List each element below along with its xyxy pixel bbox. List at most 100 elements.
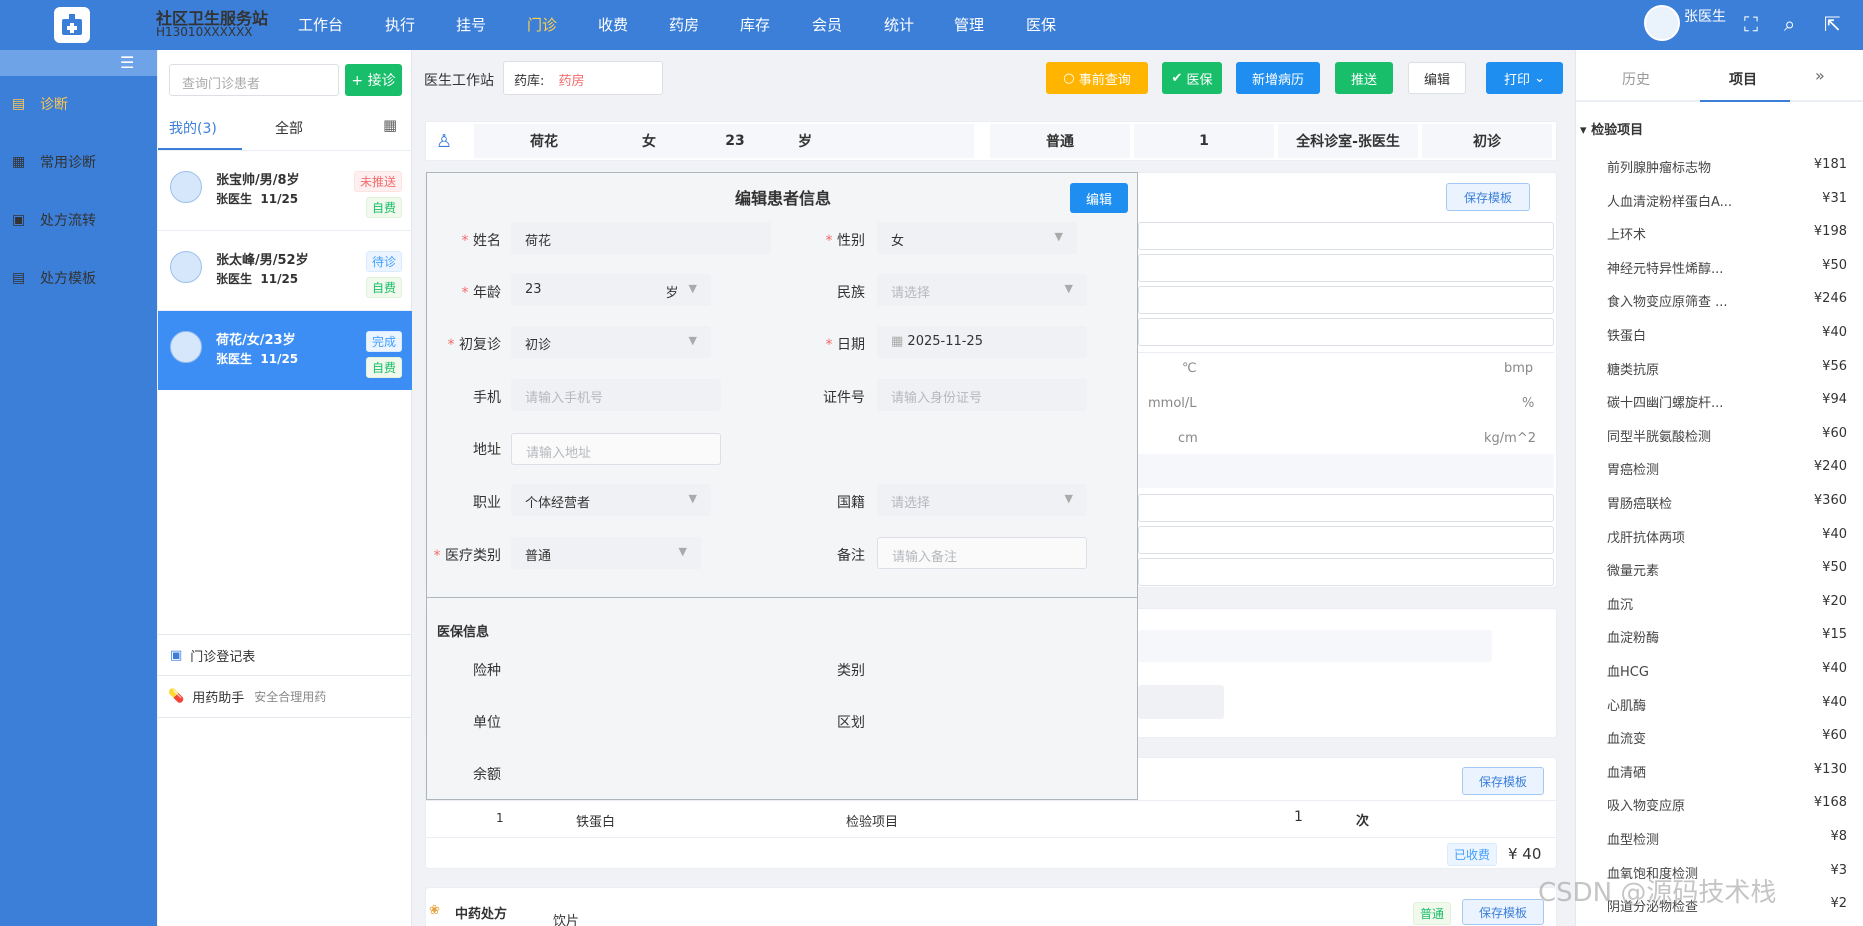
exam-save-template-button[interactable]: 保存模板 [1462,767,1544,795]
user-edit-icon[interactable]: ♙ [436,131,452,152]
exam-item[interactable]: 吸入物变应原 ¥168 [1607,795,1847,814]
exam-item[interactable]: 心肌酶 ¥40 [1607,695,1847,714]
info-category: 普通 [990,124,1130,158]
prior-query-button[interactable]: ○ 事前查询 [1046,62,1148,94]
nav-item[interactable]: 门诊 [527,14,557,35]
fullscreen-icon[interactable]: ⛶ [1744,12,1758,36]
exam-item[interactable]: 铁蛋白 ¥40 [1607,325,1847,344]
sex-select[interactable]: 女 ▼ [877,222,1077,254]
exam-item[interactable]: 碳十四幽门螺旋杆... ¥94 [1607,392,1847,411]
exam-item-price: ¥50 [1822,560,1847,576]
record-textarea-6[interactable] [1138,526,1554,554]
user-name[interactable]: 张医生 [1684,6,1726,26]
section-header[interactable]: ▾ 检验项目 [1580,119,1643,138]
exam-item[interactable]: 戊肝抗体两项 ¥40 [1607,527,1847,546]
nav-item[interactable]: 收费 [598,14,628,35]
nav-item[interactable]: 统计 [884,14,914,35]
herbal-save-template-button[interactable]: 保存模板 [1462,899,1544,925]
exam-item[interactable]: 胃癌检测 ¥240 [1607,459,1847,478]
record-textarea-7[interactable] [1138,558,1554,586]
save-template-button[interactable]: 保存模板 [1446,183,1530,211]
address-input[interactable]: 请输入地址 [511,433,721,465]
record-textarea-4[interactable] [1138,318,1554,346]
edit-button[interactable]: 编辑 [1408,62,1466,94]
exam-item[interactable]: 血清硒 ¥130 [1607,762,1847,781]
exam-item[interactable]: 血型检测 ¥8 [1607,829,1847,848]
search-icon[interactable]: ⌕ [1784,12,1795,36]
exam-item[interactable]: 人血清淀粉样蛋白A... ¥31 [1607,191,1847,210]
exam-item-price: ¥40 [1822,661,1847,676]
exam-item[interactable]: 微量元素 ¥50 [1607,560,1847,579]
exam-qty[interactable]: 1 [1294,809,1303,825]
tab-mine[interactable]: 我的(3) [169,118,217,138]
register-link[interactable]: ▣ 门诊登记表 [158,634,412,676]
medtype-select[interactable]: 普通 ▼ [511,537,701,569]
exam-item[interactable]: 胃肠癌联检 ¥360 [1607,493,1847,512]
visit-select[interactable]: 初诊 ▼ [511,326,711,358]
menu-toggle-icon[interactable]: ☰ [120,53,134,72]
nav-item[interactable]: 库存 [740,14,770,35]
external-link-icon[interactable]: ⇱ [1824,12,1841,36]
job-select[interactable]: 个体经营者 ▼ [511,484,711,516]
user-avatar[interactable] [1644,5,1680,41]
exam-item[interactable]: 血沉 ¥20 [1607,594,1847,613]
sidebar-item[interactable]: ▣ 处方流转 [0,192,157,248]
ethnic-select[interactable]: 请选择 ▼ [877,274,1087,306]
nav-item[interactable]: 执行 [385,14,415,35]
exam-item[interactable]: 上环术 ¥198 [1607,224,1847,243]
sidebar-item[interactable]: ▦ 常用诊断 [0,134,157,190]
patient-search-input[interactable]: 查询门诊患者 [169,64,339,96]
exam-item[interactable]: 血HCG ¥40 [1607,661,1847,680]
nav-item[interactable]: 医保 [1026,14,1056,35]
calendar-icon[interactable]: ▦ [383,116,397,134]
collapse-icon[interactable]: » [1815,66,1825,85]
nav-item[interactable]: 药房 [669,14,699,35]
med-helper[interactable]: 💊 用药助手 安全合理用药 [158,676,412,718]
date-picker[interactable]: ▦ 2025-11-25 [877,326,1087,358]
exam-item[interactable]: 血流变 ¥60 [1607,728,1847,747]
nation-select[interactable]: 请选择 ▼ [877,484,1087,516]
pharmacy-value: 药房 [558,74,585,89]
status-badge: 完成 [365,331,402,352]
remark-input[interactable]: 请输入备注 [877,537,1087,569]
record-textarea-1[interactable] [1138,222,1554,250]
idno-input[interactable]: 请输入身份证号 [877,379,1087,411]
sidebar-item[interactable]: ▤ 诊断 [0,76,157,132]
exam-item[interactable]: 血淀粉酶 ¥15 [1607,627,1847,646]
record-textarea-3[interactable] [1138,286,1554,314]
record-textarea-2[interactable] [1138,254,1554,282]
record-field-gray[interactable] [1138,454,1554,488]
insurance-button[interactable]: ✔ 医保 [1162,62,1222,94]
tab-history[interactable]: 历史 [1622,69,1650,89]
dialog-edit-button[interactable]: 编辑 [1070,183,1128,213]
nav-item[interactable]: 管理 [954,14,984,35]
label-ethnic: 民族 [837,285,865,301]
nav-item[interactable]: 会员 [812,14,842,35]
print-button[interactable]: 打印 ⌄ [1486,62,1563,94]
receive-button[interactable]: + 接诊 [345,64,402,96]
sidebar-item[interactable]: ▤ 处方模板 [0,250,157,306]
phone-input[interactable]: 请输入手机号 [511,379,721,411]
pharmacy-select[interactable]: 药库: 药房 [503,61,663,95]
push-button[interactable]: 推送 [1335,62,1393,94]
sidebar-icon: ▣ [12,212,26,228]
nav-item[interactable]: 挂号 [456,14,486,35]
tab-all[interactable]: 全部 [275,118,303,138]
patient-card[interactable]: 张太峰/男/52岁 张医生 11/25 待诊 自费 [158,230,412,310]
patient-card[interactable]: 张宝帅/男/8岁 张医生 11/25 未推送 自费 [158,150,412,230]
new-record-button[interactable]: 新增病历 [1236,62,1320,94]
age-input[interactable]: 23 ▼ 岁 [511,274,711,306]
exam-item[interactable]: 食入物变应原筛查 ... ¥246 [1607,291,1847,310]
label-job: 职业 [473,495,501,511]
nav-item[interactable]: 工作台 [298,14,343,35]
exam-item[interactable]: 糖类抗原 ¥56 [1607,359,1847,378]
exam-item[interactable]: 前列腺肿瘤标志物 ¥181 [1607,157,1847,176]
name-input[interactable]: 荷花 [511,222,771,254]
patient-card[interactable]: 荷花/女/23岁 张医生 11/25 完成 自费 [158,310,412,390]
exam-item[interactable]: 同型半胱氨酸检测 ¥60 [1607,426,1847,445]
tab-items[interactable]: 项目 [1729,69,1757,89]
diagnosis-input[interactable] [1138,630,1492,662]
exam-item[interactable]: 神经元特异性烯醇... ¥50 [1607,258,1847,277]
record-textarea-5[interactable] [1138,494,1554,522]
diagnosis-select[interactable] [1138,685,1224,719]
